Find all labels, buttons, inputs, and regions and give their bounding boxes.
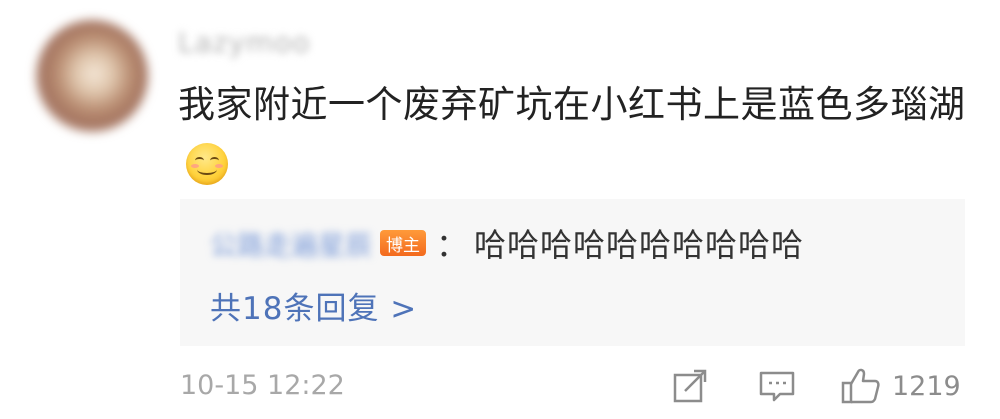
view-replies-link[interactable]: 共18条回复 > bbox=[210, 283, 417, 328]
smile-emoji-icon bbox=[186, 143, 228, 185]
reply-line: 公路走遍星辰 博主 ： 哈哈哈哈哈哈哈哈哈哈 bbox=[210, 221, 804, 265]
comment-body: 我家附近一个废弃矿坑在小红书上是蓝色多瑙湖 bbox=[178, 83, 966, 126]
share-icon bbox=[673, 369, 707, 403]
avatar[interactable] bbox=[36, 20, 148, 132]
reply-text: 哈哈哈哈哈哈哈哈哈哈 bbox=[474, 226, 805, 264]
share-button[interactable] bbox=[670, 366, 710, 406]
comment-timestamp: 10-15 12:22 bbox=[180, 370, 345, 401]
reply-preview[interactable]: 公路走遍星辰 博主 ： 哈哈哈哈哈哈哈哈哈哈 共18条回复 > bbox=[180, 199, 965, 346]
comment-icon bbox=[759, 371, 795, 402]
thumbs-up-icon bbox=[841, 368, 880, 404]
reply-colon: ： bbox=[436, 226, 469, 264]
like-button[interactable]: 1219 bbox=[840, 366, 961, 406]
comment-button[interactable] bbox=[757, 366, 797, 406]
like-count: 1219 bbox=[892, 370, 961, 402]
reply-username[interactable]: 公路走遍星辰 bbox=[210, 224, 372, 263]
host-badge: 博主 bbox=[380, 230, 426, 256]
comment-username[interactable]: Lazymoo bbox=[178, 26, 311, 59]
comment-text: 我家附近一个废弃矿坑在小红书上是蓝色多瑙湖 bbox=[178, 74, 978, 198]
